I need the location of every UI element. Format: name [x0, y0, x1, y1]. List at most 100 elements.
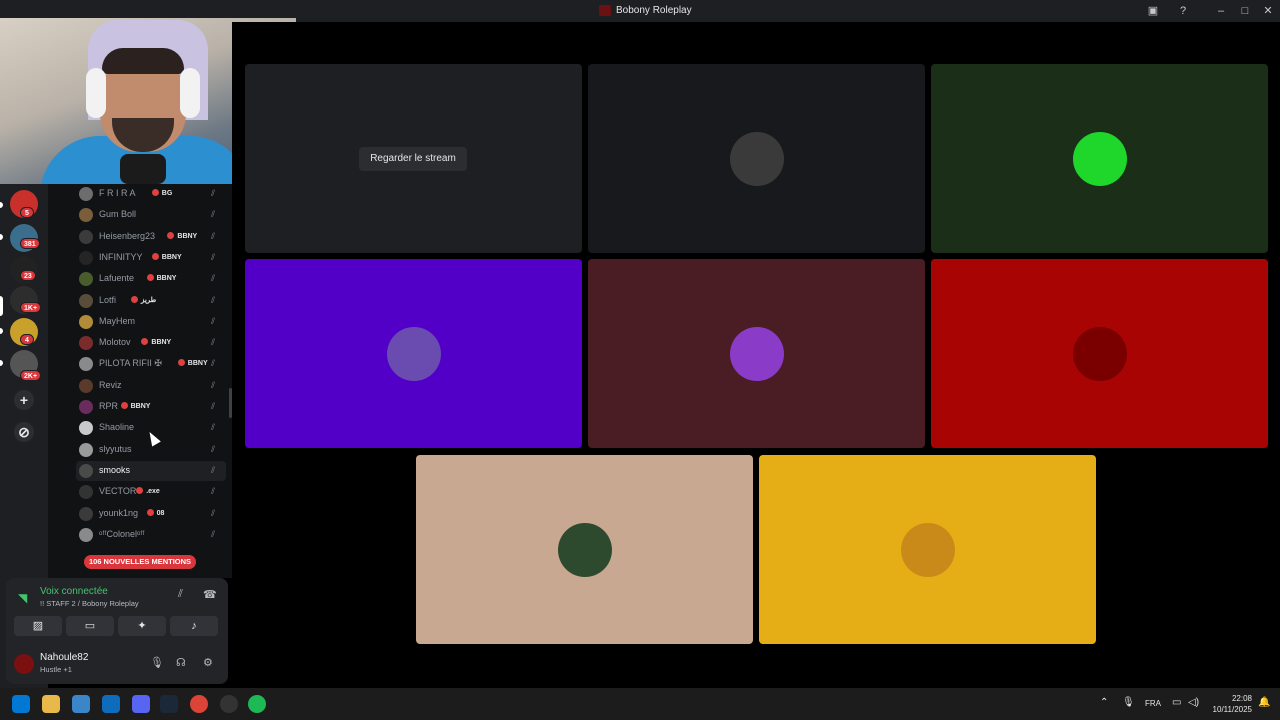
- member-tag: .exe: [136, 487, 160, 495]
- member-name: Lotfi: [99, 294, 117, 305]
- list-item[interactable]: Lotfi طريز ⫽: [76, 291, 226, 311]
- participant-tile[interactable]: [588, 64, 925, 253]
- camera-button[interactable]: ▨: [14, 616, 62, 636]
- screen-share-button[interactable]: ▭: [66, 616, 114, 636]
- member-name: Shaoline: [99, 422, 135, 433]
- signal-icon: ◥: [18, 591, 28, 605]
- list-item[interactable]: Reviz ⫽: [76, 376, 226, 396]
- close-button[interactable]: ✕: [1260, 3, 1276, 19]
- muted-mic-icon: ⫽: [211, 486, 216, 497]
- participant-tile[interactable]: [759, 455, 1096, 644]
- outlook-icon[interactable]: [102, 695, 120, 713]
- list-item[interactable]: INFINITYY BBNY ⫽: [76, 248, 226, 268]
- member-tag: BBNY: [178, 359, 208, 367]
- server-badge-6: 2K+: [20, 370, 42, 381]
- microphone-icon[interactable]: 🎙: [150, 656, 164, 669]
- member-name: VECTOR: [99, 486, 137, 497]
- settings-gear-icon[interactable]: ⚙: [203, 656, 213, 669]
- participant-tile[interactable]: [416, 455, 753, 644]
- participant-tile[interactable]: [931, 64, 1268, 253]
- member-name: F R I R A: [99, 188, 136, 198]
- avatar: [79, 250, 93, 265]
- member-list: F R I R A BG ⫽ Gum Boll ⫽ Heisenberg23 BBNY ⫽ IN…: [48, 184, 232, 578]
- participant-tile[interactable]: [245, 259, 582, 448]
- server-unread-pill: [0, 234, 3, 240]
- list-item[interactable]: Heisenberg23 BBNY ⫽: [76, 227, 226, 247]
- list-item[interactable]: RPR BBNY ⫽: [76, 397, 226, 417]
- muted-mic-icon: ⫽: [211, 443, 216, 454]
- list-item[interactable]: ᵒᶠᶠColonelᵒᶠᶠ ⫽: [76, 525, 226, 545]
- clock-time[interactable]: 22:08: [1222, 694, 1252, 703]
- list-item[interactable]: Gum Boll ⫽: [76, 205, 226, 225]
- add-server-icon[interactable]: +: [14, 390, 34, 410]
- voice-channel[interactable]: !! STAFF 2 / Bobony Roleplay: [40, 599, 139, 608]
- notification-icon[interactable]: 🔔: [1258, 697, 1270, 708]
- app-icon[interactable]: [220, 695, 238, 713]
- language-indicator[interactable]: FRA: [1145, 699, 1161, 708]
- member-tag: 08: [147, 509, 165, 517]
- member-tag: BBNY: [167, 232, 197, 240]
- avatar: [79, 506, 93, 521]
- participant-tile[interactable]: [588, 259, 925, 448]
- inbox-icon[interactable]: ▣: [1145, 3, 1161, 19]
- discord-icon[interactable]: [132, 695, 150, 713]
- file-explorer-icon[interactable]: [42, 695, 60, 713]
- help-icon[interactable]: ?: [1175, 3, 1191, 19]
- member-name: Reviz: [99, 379, 122, 390]
- member-name: MayHem: [99, 315, 136, 326]
- muted-mic-icon: ⫽: [211, 358, 216, 369]
- clock-date[interactable]: 10/11/2025: [1208, 705, 1252, 714]
- muted-mic-icon: ⫽: [211, 315, 216, 326]
- app-logo-icon: [599, 5, 611, 16]
- disconnect-icon[interactable]: ☎: [203, 588, 217, 601]
- avatar[interactable]: [14, 654, 34, 674]
- member-tag: BBNY: [141, 338, 171, 346]
- tray-mic-icon[interactable]: 🎙: [1122, 697, 1135, 708]
- tray-overflow-icon[interactable]: ⌃: [1100, 697, 1108, 708]
- steam-icon[interactable]: [160, 695, 178, 713]
- list-item[interactable]: VECTOR .exe ⫽: [76, 482, 226, 502]
- taskbar: ⌃ 🎙 FRA ▭ ◁) 22:08 10/11/2025 🔔: [0, 688, 1280, 720]
- volume-icon[interactable]: ◁): [1188, 697, 1199, 708]
- list-item[interactable]: younk1ng 08 ⫽: [76, 504, 226, 524]
- windows-start-icon[interactable]: [12, 695, 30, 713]
- avatar: [1072, 326, 1127, 381]
- avatar: [79, 208, 93, 223]
- muted-mic-icon: ⫽: [211, 273, 216, 284]
- list-item[interactable]: smooks ⫽: [76, 460, 226, 481]
- activities-button[interactable]: ✦: [118, 616, 166, 636]
- watch-stream-button[interactable]: Regarder le stream: [359, 147, 467, 171]
- avatar: [79, 442, 93, 457]
- new-mentions-button[interactable]: 106 NOUVELLES MENTIONS: [84, 555, 196, 569]
- voice-panel: ◥ Voix connectée !! STAFF 2 / Bobony Rol…: [6, 578, 228, 684]
- explore-icon[interactable]: ⊘: [14, 422, 34, 442]
- noise-suppression-icon[interactable]: ⫽: [178, 588, 183, 601]
- member-name: slyyutus: [99, 443, 132, 454]
- list-item[interactable]: MayHem ⫽: [76, 312, 226, 332]
- participant-tile[interactable]: [931, 259, 1268, 448]
- headphones-icon[interactable]: ☊: [176, 656, 186, 669]
- voice-status[interactable]: Voix connectée: [40, 586, 108, 597]
- webcam-hair: [102, 48, 184, 74]
- network-icon[interactable]: ▭: [1172, 697, 1181, 708]
- soundboard-button[interactable]: ♪: [170, 616, 218, 636]
- maximize-button[interactable]: □: [1237, 3, 1253, 19]
- member-tag: طريز: [131, 296, 156, 304]
- spotify-icon[interactable]: [248, 695, 266, 713]
- user-name[interactable]: Nahoule82: [40, 652, 88, 663]
- window-title: Bobony Roleplay: [616, 5, 692, 16]
- avatar: [79, 485, 93, 500]
- list-item[interactable]: PILOTA RIFII ✠ BBNY ⫽: [76, 354, 226, 374]
- list-item[interactable]: F R I R A BG ⫽: [76, 184, 226, 204]
- list-item[interactable]: Lafuente BBNY ⫽: [76, 269, 226, 289]
- chrome-icon[interactable]: [190, 695, 208, 713]
- list-item[interactable]: Molotov BBNY ⫽: [76, 333, 226, 353]
- store-icon[interactable]: [72, 695, 90, 713]
- muted-mic-icon: ⫽: [211, 209, 216, 220]
- server-badge-3: 23: [20, 270, 36, 281]
- avatar: [79, 293, 93, 308]
- member-name: Molotov: [99, 337, 131, 348]
- minimize-button[interactable]: –: [1213, 3, 1229, 19]
- member-name: younk1ng: [99, 507, 139, 518]
- muted-mic-icon: ⫽: [211, 251, 216, 262]
